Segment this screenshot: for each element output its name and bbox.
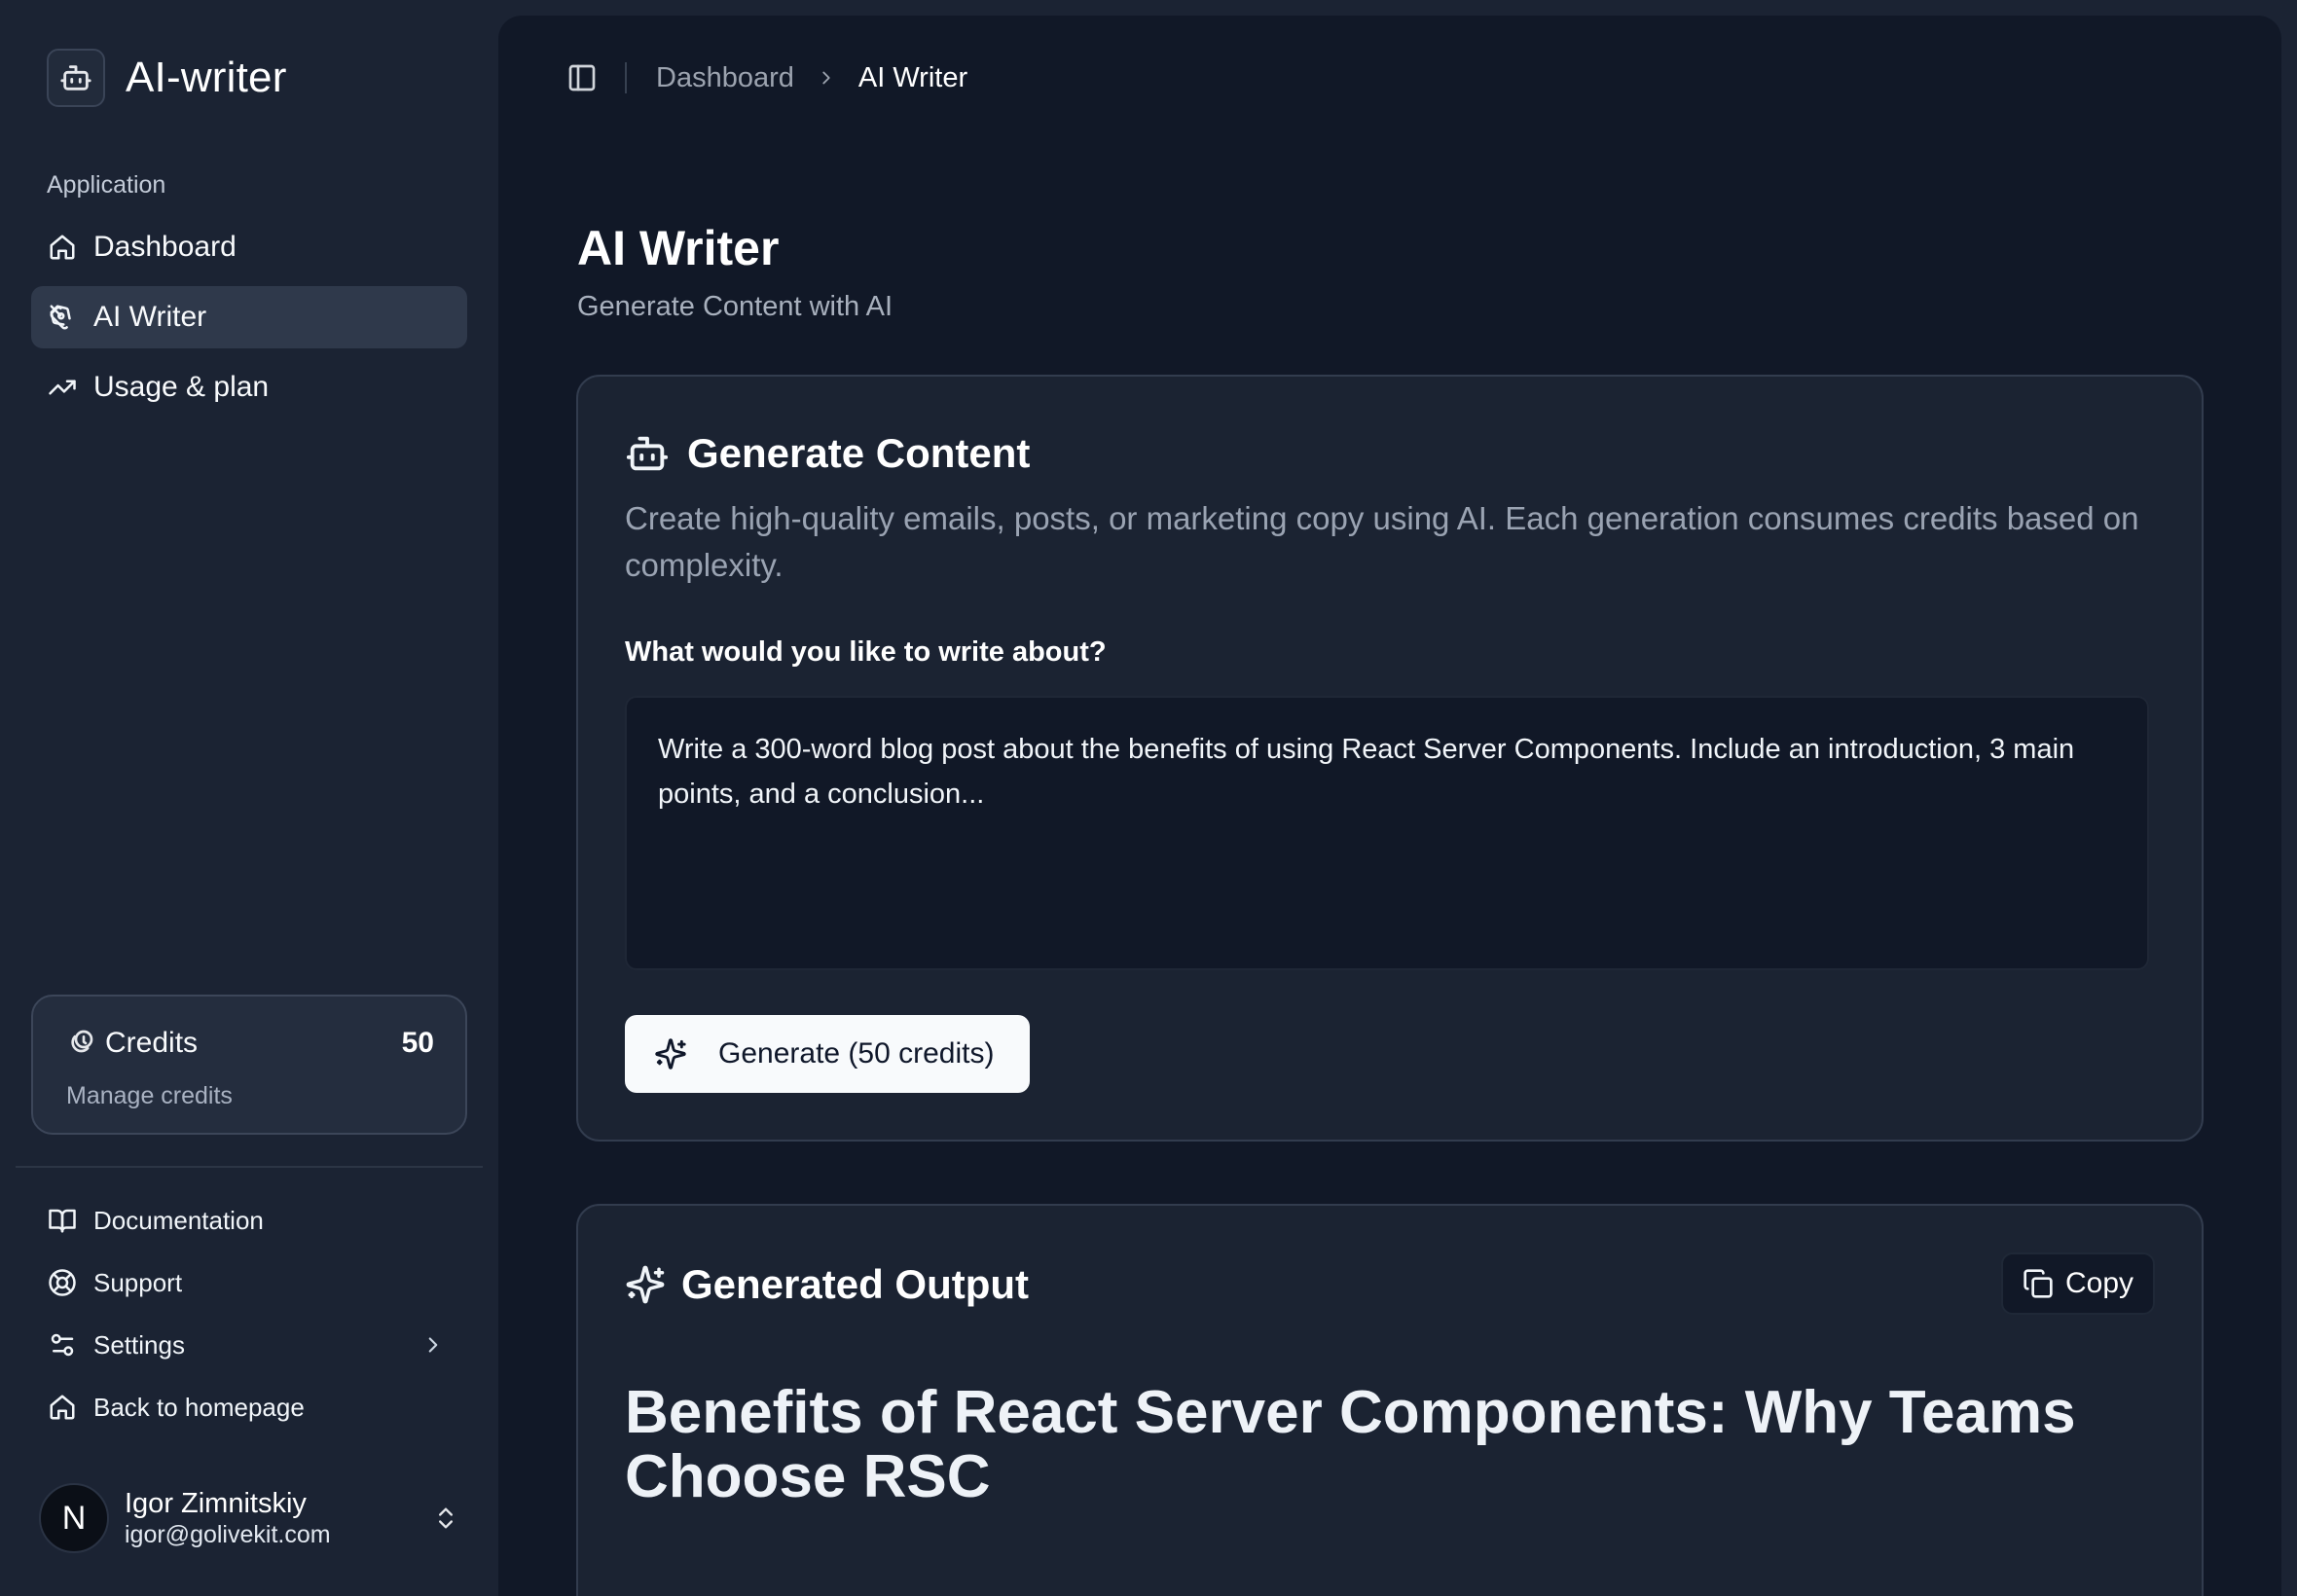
credits-label: Credits bbox=[105, 1027, 199, 1059]
sidebar-item-usage-plan[interactable]: Usage & plan bbox=[31, 356, 467, 418]
user-name: Igor Zimnitskiy bbox=[125, 1488, 307, 1519]
home-icon bbox=[47, 232, 78, 263]
credits-value: 50 bbox=[401, 1027, 434, 1059]
topbar-separator bbox=[625, 62, 627, 93]
card-title: Generated Output bbox=[681, 1261, 1030, 1307]
sidebar-item-label: AI Writer bbox=[93, 301, 207, 333]
copy-button-label: Copy bbox=[2064, 1267, 2134, 1299]
sidebar-item-documentation[interactable]: Documentation bbox=[31, 1193, 467, 1248]
chevron-right-icon bbox=[420, 1332, 446, 1358]
brand-name: AI-writer bbox=[126, 53, 287, 101]
copy-button[interactable]: Copy bbox=[2001, 1252, 2155, 1315]
sidebar-item-label: Back to homepage bbox=[93, 1392, 305, 1422]
sidebar-item-support[interactable]: Support bbox=[31, 1255, 467, 1310]
sidebar-divider bbox=[16, 1166, 483, 1168]
page-title: AI Writer bbox=[577, 221, 780, 275]
brand[interactable]: AI-writer bbox=[47, 47, 287, 108]
prompt-textarea[interactable]: Write a 300-word blog post about the ben… bbox=[625, 696, 2149, 970]
generate-button[interactable]: Generate (50 credits) bbox=[625, 1015, 1030, 1093]
sliders-icon bbox=[47, 1329, 78, 1360]
sidebar-item-label: Settings bbox=[93, 1329, 185, 1360]
credits-row: Credits 50 bbox=[64, 1024, 434, 1063]
sparkles-icon bbox=[625, 1264, 666, 1305]
nav-group-label: Application bbox=[47, 171, 166, 199]
trending-up-icon bbox=[47, 372, 78, 403]
copy-icon bbox=[2023, 1268, 2054, 1299]
page-subtitle: Generate Content with AI bbox=[577, 291, 893, 322]
generate-content-card: Generate Content Create high-quality ema… bbox=[576, 375, 2204, 1142]
sparkles-icon bbox=[654, 1037, 687, 1070]
generated-output-card: Generated Output Copy Benefits of React … bbox=[576, 1204, 2204, 1596]
chevron-right-icon bbox=[816, 67, 837, 89]
manage-credits-link[interactable]: Manage credits bbox=[66, 1082, 233, 1110]
chevrons-up-down-icon bbox=[432, 1505, 459, 1532]
card-description: Create high-quality emails, posts, or ma… bbox=[625, 500, 2139, 583]
credits-card[interactable]: Credits 50 Manage credits bbox=[31, 995, 467, 1135]
generate-button-label: Generate (50 credits) bbox=[718, 1037, 995, 1070]
topbar: Dashboard AI Writer bbox=[565, 58, 967, 97]
sidebar-item-label: Support bbox=[93, 1267, 183, 1297]
bot-icon bbox=[47, 48, 105, 107]
sidebar-item-label: Documentation bbox=[93, 1205, 264, 1235]
bot-icon bbox=[625, 431, 670, 476]
card-header: Generated Output bbox=[625, 1260, 1029, 1309]
user-menu[interactable]: N Igor Zimnitskiy igor@golivekit.com bbox=[39, 1483, 467, 1553]
sidebar-item-label: Dashboard bbox=[93, 231, 237, 263]
pen-tool-icon bbox=[47, 302, 78, 333]
home-icon bbox=[47, 1392, 78, 1423]
user-email: igor@golivekit.com bbox=[125, 1521, 331, 1548]
card-header: Generate Content bbox=[625, 429, 1030, 478]
sidebar-toggle-icon[interactable] bbox=[565, 60, 600, 95]
breadcrumb-dashboard[interactable]: Dashboard bbox=[656, 62, 794, 94]
coins-icon bbox=[64, 1028, 95, 1059]
output-heading: Benefits of React Server Components: Why… bbox=[625, 1379, 2076, 1510]
prompt-label: What would you like to write about? bbox=[625, 636, 1107, 668]
card-title: Generate Content bbox=[687, 430, 1031, 476]
sidebar-item-back-to-homepage[interactable]: Back to homepage bbox=[31, 1380, 467, 1434]
sidebar: AI-writer Application Dashboard AI Write… bbox=[0, 0, 498, 1596]
app-root: AI-writer Application Dashboard AI Write… bbox=[0, 0, 2297, 1596]
main-content: Dashboard AI Writer AI Writer Generate C… bbox=[498, 16, 2281, 1596]
sidebar-item-dashboard[interactable]: Dashboard bbox=[31, 216, 467, 278]
sidebar-item-ai-writer[interactable]: AI Writer bbox=[31, 286, 467, 348]
sidebar-item-settings[interactable]: Settings bbox=[31, 1318, 467, 1372]
breadcrumb-current: AI Writer bbox=[857, 61, 968, 93]
sidebar-item-label: Usage & plan bbox=[93, 371, 270, 403]
avatar: N bbox=[39, 1483, 109, 1553]
book-open-icon bbox=[47, 1205, 78, 1236]
user-info: Igor Zimnitskiy igor@golivekit.com bbox=[125, 1487, 331, 1549]
life-buoy-icon bbox=[47, 1267, 78, 1298]
